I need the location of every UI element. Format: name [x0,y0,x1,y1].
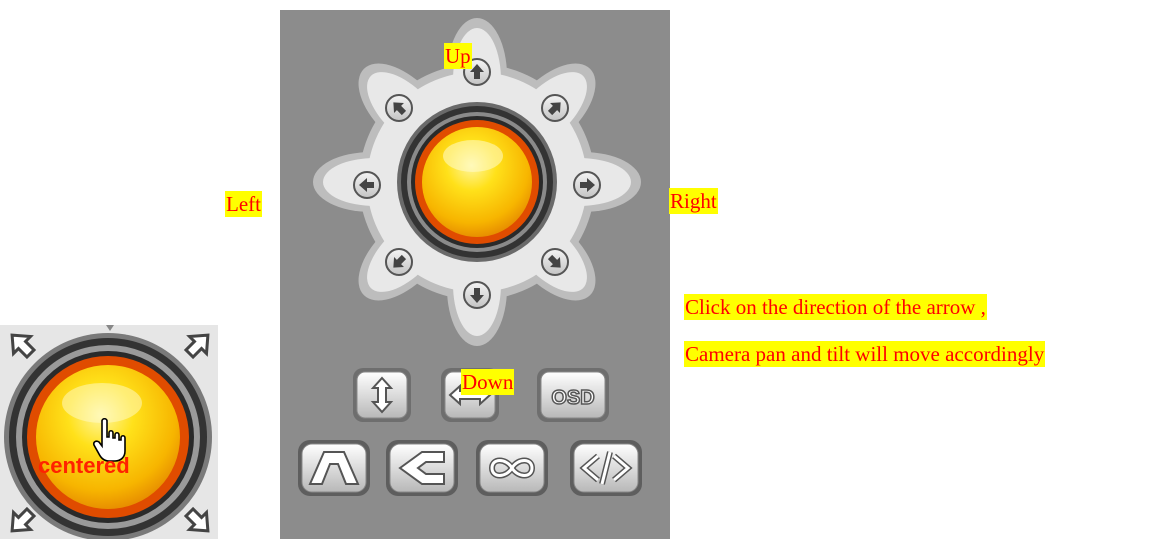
code-button[interactable] [570,440,642,496]
left-label: Left [225,191,262,217]
inset-graphic [0,325,218,539]
up-label: Up [444,43,472,69]
down-arrow-button[interactable] [463,281,491,309]
down-label: Down [461,369,515,395]
ptz-panel: OSD [280,10,670,539]
right-arrow-button[interactable] [573,171,601,199]
flip-button[interactable] [298,440,370,496]
centered-label: centered [38,453,130,478]
center-button[interactable] [397,102,557,262]
instruction-line-1: Click on the direction of the arrow , [684,294,987,320]
center-loop-button[interactable] [476,440,548,496]
osd-button[interactable]: OSD [537,368,609,422]
centered-inset: centered [0,325,218,539]
ptz-graphic: OSD [298,18,642,496]
mirror-button[interactable] [386,440,458,496]
vertical-patrol-button[interactable] [353,368,411,422]
left-arrow-button[interactable] [353,171,381,199]
osd-icon: OSD [551,387,594,409]
right-label: Right [669,188,718,214]
instruction-line-2: Camera pan and tilt will move accordingl… [684,341,1046,367]
